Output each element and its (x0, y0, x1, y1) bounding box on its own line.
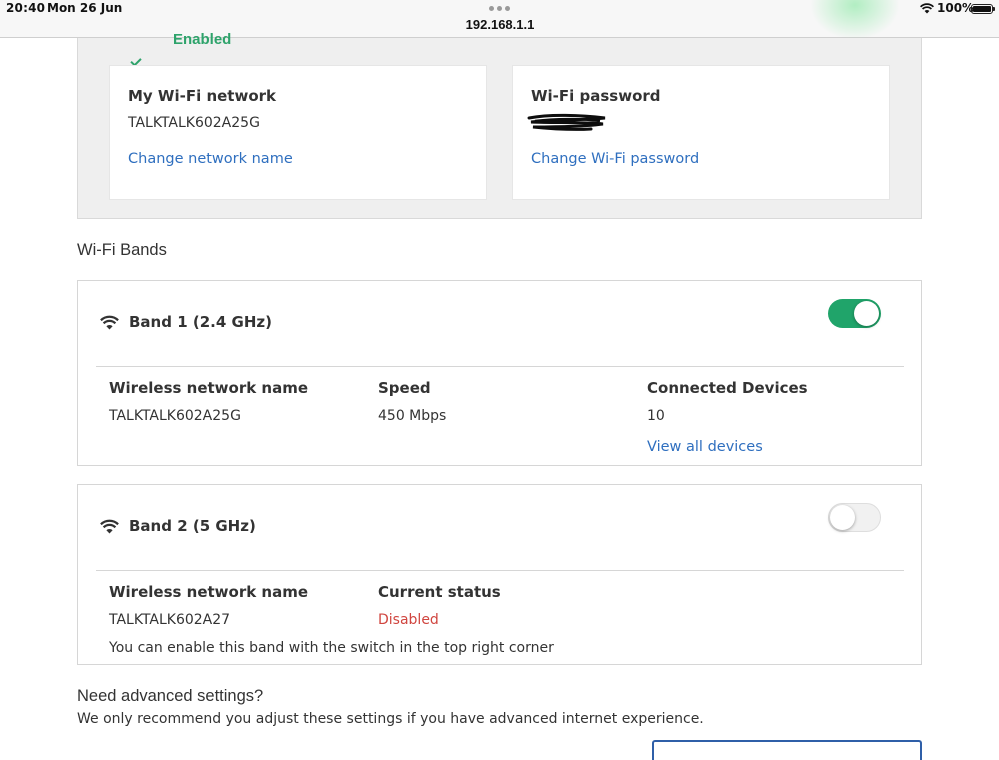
advanced-settings-description: We only recommend you adjust these setti… (77, 711, 704, 727)
band1-speed-label: Speed (378, 379, 431, 397)
wifi-network-name: TALKTALK602A25G (128, 115, 260, 131)
band2-status-label: Current status (378, 583, 501, 601)
band1-connected-devices-value: 10 (647, 408, 665, 424)
multitasking-dots-icon[interactable] (489, 6, 511, 12)
band2-toggle[interactable] (828, 503, 881, 532)
wifi-network-title: My Wi-Fi network (128, 87, 277, 105)
wifi-icon (100, 519, 119, 534)
battery-percentage: 100% (937, 1, 975, 15)
band2-enable-hint: You can enable this band with the switch… (109, 640, 554, 656)
view-all-devices-link[interactable]: View all devices (647, 439, 763, 455)
band1-divider (96, 366, 904, 367)
wifi-summary-panel: Enabled My Wi-Fi network TALKTALK602A25G… (77, 31, 922, 219)
band2-status-value: Disabled (378, 612, 439, 628)
band1-card: Band 1 (2.4 GHz) Wireless network name T… (77, 280, 922, 466)
redacted-password-scribble (527, 113, 606, 131)
advanced-settings-button[interactable] (652, 740, 922, 760)
band1-network-name-value: TALKTALK602A25G (109, 408, 241, 424)
battery-icon (971, 4, 995, 14)
band2-name: Band 2 (5 GHz) (129, 517, 256, 535)
band1-network-name-label: Wireless network name (109, 379, 309, 397)
wifi-status-icon (920, 3, 934, 14)
band1-connected-devices-label: Connected Devices (647, 379, 808, 397)
status-bar: 20:40 Mon 26 Jun 192.168.1.1 100% (0, 0, 999, 40)
band1-speed-value: 450 Mbps (378, 408, 447, 424)
wifi-password-title: Wi-Fi password (531, 87, 661, 105)
wifi-icon (100, 315, 119, 330)
wifi-bands-heading: Wi-Fi Bands (77, 241, 167, 259)
status-date: Mon 26 Jun (47, 1, 123, 15)
band2-divider (96, 570, 904, 571)
band2-card: Band 2 (5 GHz) Wireless network name TAL… (77, 484, 922, 665)
band2-network-name-value: TALKTALK602A27 (109, 612, 231, 628)
change-wifi-password-link[interactable]: Change Wi-Fi password (531, 151, 699, 167)
background-glow (810, 0, 900, 40)
change-network-name-link[interactable]: Change network name (128, 151, 293, 167)
wifi-password-card: Wi-Fi password Change Wi-Fi password (512, 65, 890, 200)
status-time: 20:40 (6, 1, 46, 15)
address-bar-url[interactable]: 192.168.1.1 (440, 17, 560, 32)
advanced-settings-heading: Need advanced settings? (77, 687, 264, 705)
wifi-network-card: My Wi-Fi network TALKTALK602A25G Change … (109, 65, 487, 200)
band1-name: Band 1 (2.4 GHz) (129, 313, 272, 331)
band2-network-name-label: Wireless network name (109, 583, 309, 601)
band1-toggle[interactable] (828, 299, 881, 328)
wifi-status-enabled: Enabled (173, 31, 232, 48)
